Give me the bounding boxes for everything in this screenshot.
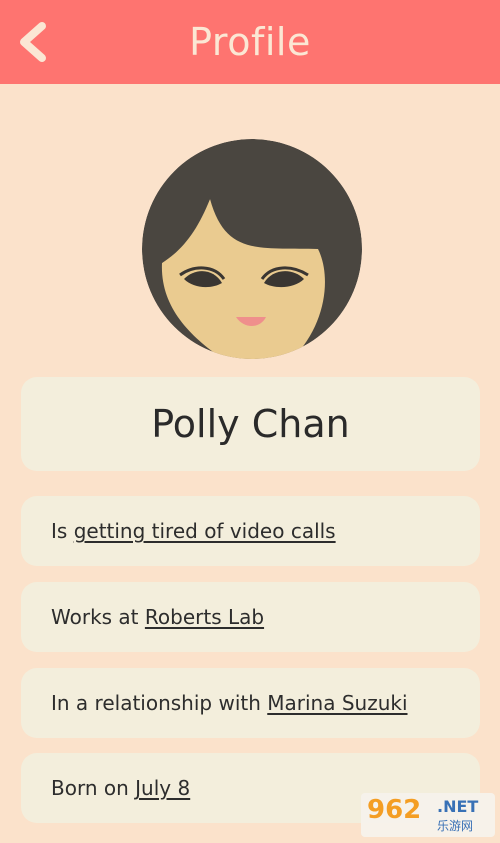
avatar: [140, 137, 364, 361]
relationship-prefix: In a relationship with: [51, 691, 268, 715]
site-watermark: 962 .NET 乐游网: [361, 793, 495, 837]
status-text: Is getting tired of video calls: [51, 496, 336, 566]
profile-name: Polly Chan: [151, 402, 350, 446]
birthday-prefix: Born on: [51, 776, 136, 800]
birthday-text: Born on July 8: [51, 753, 190, 823]
top-bar: Profile: [0, 0, 500, 84]
name-card: Polly Chan: [21, 377, 480, 471]
work-card: Works at Roberts Lab: [21, 582, 480, 652]
watermark-domain: .NET: [437, 797, 479, 816]
status-link[interactable]: getting tired of video calls: [74, 519, 336, 543]
birthday-link[interactable]: July 8: [135, 776, 190, 800]
status-prefix: Is: [51, 519, 74, 543]
work-text: Works at Roberts Lab: [51, 582, 264, 652]
watermark-number: 962: [367, 795, 422, 825]
watermark-sub: 乐游网: [437, 819, 474, 833]
status-card: Is getting tired of video calls: [21, 496, 480, 566]
relationship-text: In a relationship with Marina Suzuki: [51, 668, 408, 738]
work-prefix: Works at: [51, 605, 145, 629]
relationship-card: In a relationship with Marina Suzuki: [21, 668, 480, 738]
work-link[interactable]: Roberts Lab: [145, 605, 264, 629]
page-title: Profile: [189, 20, 311, 64]
relationship-link[interactable]: Marina Suzuki: [267, 691, 407, 715]
